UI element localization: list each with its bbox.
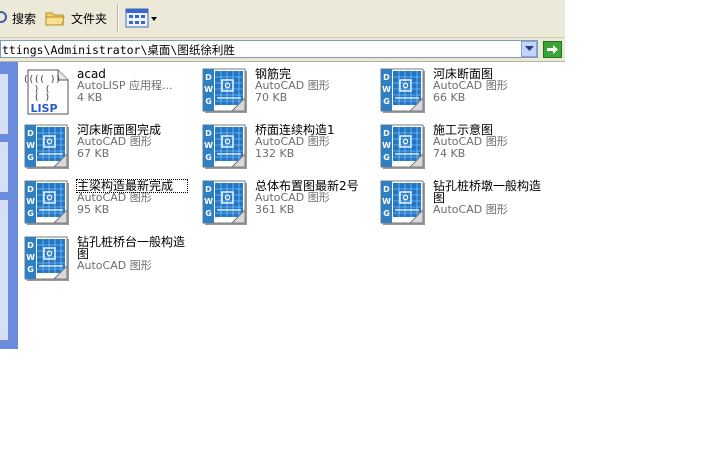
file-item[interactable]: (((( )) ) ( ( ) LISP acad AutoLISP 应用程..… [20, 64, 190, 115]
address-bar: ttings\Administrator\桌面\图纸徐利胜 [0, 38, 565, 62]
svg-text:LISP: LISP [30, 102, 57, 115]
file-size: 132 KB [255, 147, 295, 160]
file-name: 钻孔桩桥墩一般构造图 [433, 179, 542, 205]
folders-button[interactable]: 文件夹 [44, 6, 107, 30]
dwg-icon [380, 124, 428, 172]
dwg-icon [202, 124, 250, 172]
task-pane-box [0, 142, 8, 192]
file-item[interactable]: 主梁构造最新完成 AutoCAD 图形 95 KB [20, 176, 190, 226]
file-list: (((( )) ) ( ( ) LISP acad AutoLISP 应用程..… [18, 62, 565, 450]
dwg-icon [380, 180, 428, 228]
dwg-icon [24, 124, 72, 172]
file-type: AutoCAD 图形 [433, 203, 508, 216]
task-pane-box [0, 200, 8, 340]
dwg-icon [202, 180, 250, 228]
file-item[interactable]: 桥面连续构造1 AutoCAD 图形 132 KB [198, 120, 368, 170]
dwg-icon [380, 68, 428, 116]
search-button[interactable]: 搜索 [0, 6, 36, 30]
search-label: 搜索 [12, 11, 37, 26]
dwg-icon [202, 68, 250, 116]
task-pane [0, 62, 18, 349]
file-item[interactable]: 施工示意图 AutoCAD 图形 74 KB [376, 120, 546, 170]
svg-text:(((( )): (((( )) [24, 75, 61, 85]
file-size: 361 KB [255, 203, 295, 216]
file-size: 67 KB [77, 147, 110, 160]
file-item[interactable]: 钢筋完 AutoCAD 图形 70 KB [198, 64, 368, 114]
lisp-icon: (((( )) ) ( ( ) LISP [24, 69, 69, 115]
folders-label: 文件夹 [71, 11, 108, 26]
file-item[interactable]: 钻孔桩桥墩一般构造图 AutoCAD 图形 [376, 176, 546, 226]
file-size: 70 KB [255, 91, 288, 104]
file-size: 74 KB [433, 147, 466, 160]
address-dropdown-button[interactable] [521, 41, 537, 57]
file-size: 66 KB [433, 91, 466, 104]
chevron-down-icon [524, 46, 534, 51]
task-pane-box [0, 74, 8, 134]
go-button[interactable] [543, 41, 562, 58]
file-name: 钻孔桩桥台一般构造图 [77, 235, 186, 261]
dwg-icon [24, 236, 72, 284]
file-item[interactable]: 河床断面图 AutoCAD 图形 66 KB [376, 64, 546, 114]
file-size: 95 KB [77, 203, 110, 216]
views-grid-icon [125, 8, 157, 28]
arrow-right-icon [547, 45, 558, 54]
toolbar-separator [117, 4, 119, 32]
file-size: 4 KB [77, 91, 103, 104]
file-item[interactable]: 河床断面图完成 AutoCAD 图形 67 KB [20, 120, 190, 170]
file-type: AutoCAD 图形 [77, 259, 152, 272]
dwg-icon [24, 180, 72, 228]
file-item[interactable]: 总体布置图最新2号 AutoCAD 图形 361 KB [198, 176, 368, 226]
toolbar: 搜索 文件夹 [0, 0, 565, 38]
search-icon [0, 11, 7, 23]
folder-icon [45, 12, 65, 26]
address-input[interactable]: ttings\Administrator\桌面\图纸徐利胜 [0, 40, 538, 58]
file-item[interactable]: 钻孔桩桥台一般构造图 AutoCAD 图形 [20, 232, 190, 282]
views-button[interactable] [125, 6, 159, 30]
